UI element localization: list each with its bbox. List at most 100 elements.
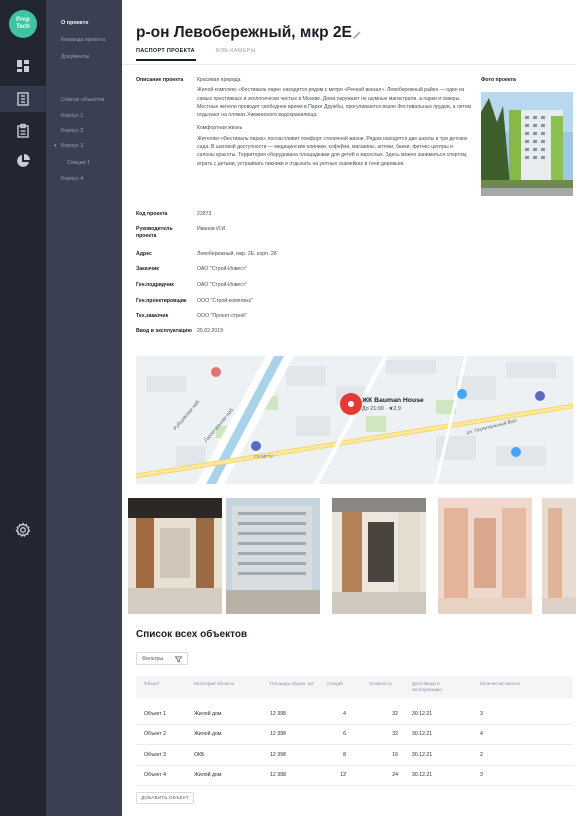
- page-title: р-он Левобережный, мкр 2Е: [136, 24, 352, 41]
- building-icon[interactable]: [15, 91, 31, 107]
- cell-object: Объект 2: [144, 731, 166, 737]
- gallery-photo-3[interactable]: [332, 498, 426, 614]
- field-value-customer: ОАО "Строй-Инвест": [197, 266, 248, 272]
- cell-category: Жилой дом: [194, 772, 222, 778]
- cell-sections: 12: [340, 772, 346, 778]
- field-value-code: 22873: [197, 211, 212, 217]
- active-tab-indicator: [136, 59, 196, 61]
- column-header[interactable]: Объект: [144, 681, 160, 687]
- edit-icon[interactable]: [352, 27, 362, 39]
- cell-category: Жилой дом: [194, 731, 222, 737]
- clipboard-icon[interactable]: [15, 123, 31, 139]
- column-header[interactable]: Площадь общая, м2: [270, 681, 314, 687]
- gallery-photo-4[interactable]: [438, 498, 532, 614]
- cell-area: 12 398: [270, 752, 286, 758]
- sidebar-item-section-1[interactable]: Секция 1: [67, 160, 90, 166]
- table-header: Объект Категория объекта Площадь общая, …: [136, 676, 573, 698]
- cell-sections: 4: [343, 711, 346, 717]
- field-value-contractor: ОАО "Строй-Инвест": [197, 282, 248, 288]
- column-header[interactable]: Категория объекта: [194, 681, 254, 687]
- photo-label: Фото проекта: [481, 77, 516, 83]
- cell-floors: 24: [392, 772, 398, 778]
- filter-label: Фильтры: [142, 656, 164, 662]
- chevron-down-icon[interactable]: ▾: [54, 143, 57, 149]
- project-photo[interactable]: [481, 92, 573, 196]
- sidebar-item-korpus-1[interactable]: Корпус 1: [61, 113, 83, 119]
- column-header[interactable]: Количество жилых: [480, 681, 524, 687]
- column-header[interactable]: Секций: [327, 681, 343, 687]
- objects-title: Список всех объектов: [136, 629, 248, 640]
- cell-date: 30.12.21: [412, 772, 433, 778]
- cell-sections: 8: [343, 752, 346, 758]
- field-label-address: Адрес: [136, 251, 152, 257]
- cell-object: Объект 3: [144, 752, 166, 758]
- field-value-commissioning: 25.02.2019: [197, 328, 223, 334]
- cell-object: Объект 1: [144, 711, 166, 717]
- cell-category: Жилой дом: [194, 711, 222, 717]
- map-place-card[interactable]: ЖК Bauman House До 21:00 · ★2,9: [362, 397, 424, 412]
- map-pin-icon[interactable]: [340, 393, 362, 415]
- poi-label: СК МГТУ: [254, 454, 274, 459]
- cell-floors: 16: [392, 752, 398, 758]
- description-label: Описание проекта: [136, 77, 184, 83]
- cell-date: 30.12.21: [412, 711, 433, 717]
- cell-count: 4: [480, 731, 483, 737]
- sidebar-item-objects[interactable]: Список объектов: [61, 97, 104, 103]
- field-value-tech-customer: ООО "Проект-строй": [197, 313, 247, 319]
- dashboard-icon[interactable]: [15, 58, 31, 74]
- tab-webcams[interactable]: ВЭБ-КАМЕРЫ: [216, 48, 256, 54]
- cell-count: 3: [480, 772, 483, 778]
- field-label-code: Код проекта: [136, 211, 168, 217]
- table-row[interactable]: Объект 3 ОКБ 12 398 8 16 30.12.21 2: [136, 746, 573, 766]
- description-heading-1: Красивая природа: [197, 77, 241, 83]
- field-label-customer: Заказчик: [136, 266, 159, 272]
- field-label-manager: Руководитель проекта: [136, 226, 173, 239]
- sidebar-item-about[interactable]: О проекте: [61, 20, 88, 26]
- photo-gallery: [128, 498, 576, 614]
- settings-icon[interactable]: [15, 522, 31, 538]
- tab-passport[interactable]: ПАСПОРТ ПРОЕКТА: [136, 48, 195, 54]
- gallery-photo-2[interactable]: [226, 498, 320, 614]
- cell-count: 2: [480, 752, 483, 758]
- cell-area: 12 398: [270, 711, 286, 717]
- main-content: р-он Левобережный, мкр 2Е ПАСПОРТ ПРОЕКТ…: [122, 0, 576, 816]
- pie-chart-icon[interactable]: [15, 153, 31, 169]
- field-label-contractor: Ген.подрядчик: [136, 282, 174, 288]
- icon-rail: Prop Tech: [0, 0, 46, 816]
- table-row[interactable]: Объект 1 Жилой дом 12 398 4 32 30.12.21 …: [136, 705, 573, 725]
- add-object-button[interactable]: ДОБАВИТЬ ОБЪЕКТ: [136, 792, 194, 804]
- field-label-designer: Ген.проектировщик: [136, 298, 187, 304]
- filter-icon: [175, 656, 182, 663]
- table-row[interactable]: Объект 2 Жилой дом 12 398 6 32 30.12.21 …: [136, 725, 573, 745]
- sidebar-item-korpus-4[interactable]: Корпус 4: [61, 176, 83, 182]
- project-sidebar: О проекте Команда проекта Документы Спис…: [46, 0, 122, 816]
- description-heading-2: Комфортная жизнь: [197, 125, 243, 132]
- cell-object: Объект 4: [144, 772, 166, 778]
- cell-count: 3: [480, 711, 483, 717]
- sidebar-item-korpus-2[interactable]: Корпус 2: [61, 128, 83, 134]
- field-value-address: Левобережный, мкр. 2Е, корп. 28: [197, 251, 277, 257]
- field-value-designer: ООО "Строй-комплекс": [197, 298, 254, 304]
- gallery-photo-5[interactable]: [542, 498, 576, 614]
- sidebar-item-team[interactable]: Команда проекта: [61, 37, 105, 43]
- field-label-commissioning: Ввод в эксплуатацию: [136, 328, 192, 334]
- filter-button[interactable]: Фильтры: [136, 652, 188, 665]
- description-text-1: Жилой комплекс «Фестиваль парк» находитс…: [197, 87, 472, 119]
- description-text-2: Жителям «Фестиваль парка» посчастливит к…: [197, 135, 468, 167]
- gallery-photo-1[interactable]: [128, 498, 222, 614]
- cell-date: 30.12.21: [412, 752, 433, 758]
- field-label-tech-customer: Тех.заказчик: [136, 313, 169, 319]
- column-header[interactable]: Дата ввода в эксплуатацию: [412, 681, 464, 693]
- project-map[interactable]: Рубцовская наб. Госпитальная наб. ул. Го…: [136, 356, 573, 484]
- app-logo[interactable]: Prop Tech: [9, 10, 37, 38]
- cell-floors: 32: [392, 731, 398, 737]
- column-header[interactable]: Этажность: [369, 681, 392, 687]
- cell-sections: 6: [343, 731, 346, 737]
- map-place-name: ЖК Bauman House: [362, 397, 424, 404]
- sidebar-item-korpus-3[interactable]: Корпус 3: [61, 143, 83, 149]
- table-row[interactable]: Объект 4 Жилой дом 12 398 12 24 30.12.21…: [136, 766, 573, 786]
- cell-category: ОКБ: [194, 752, 205, 758]
- cell-area: 12 398: [270, 772, 286, 778]
- cell-area: 12 398: [270, 731, 286, 737]
- sidebar-item-documents[interactable]: Документы: [61, 54, 89, 60]
